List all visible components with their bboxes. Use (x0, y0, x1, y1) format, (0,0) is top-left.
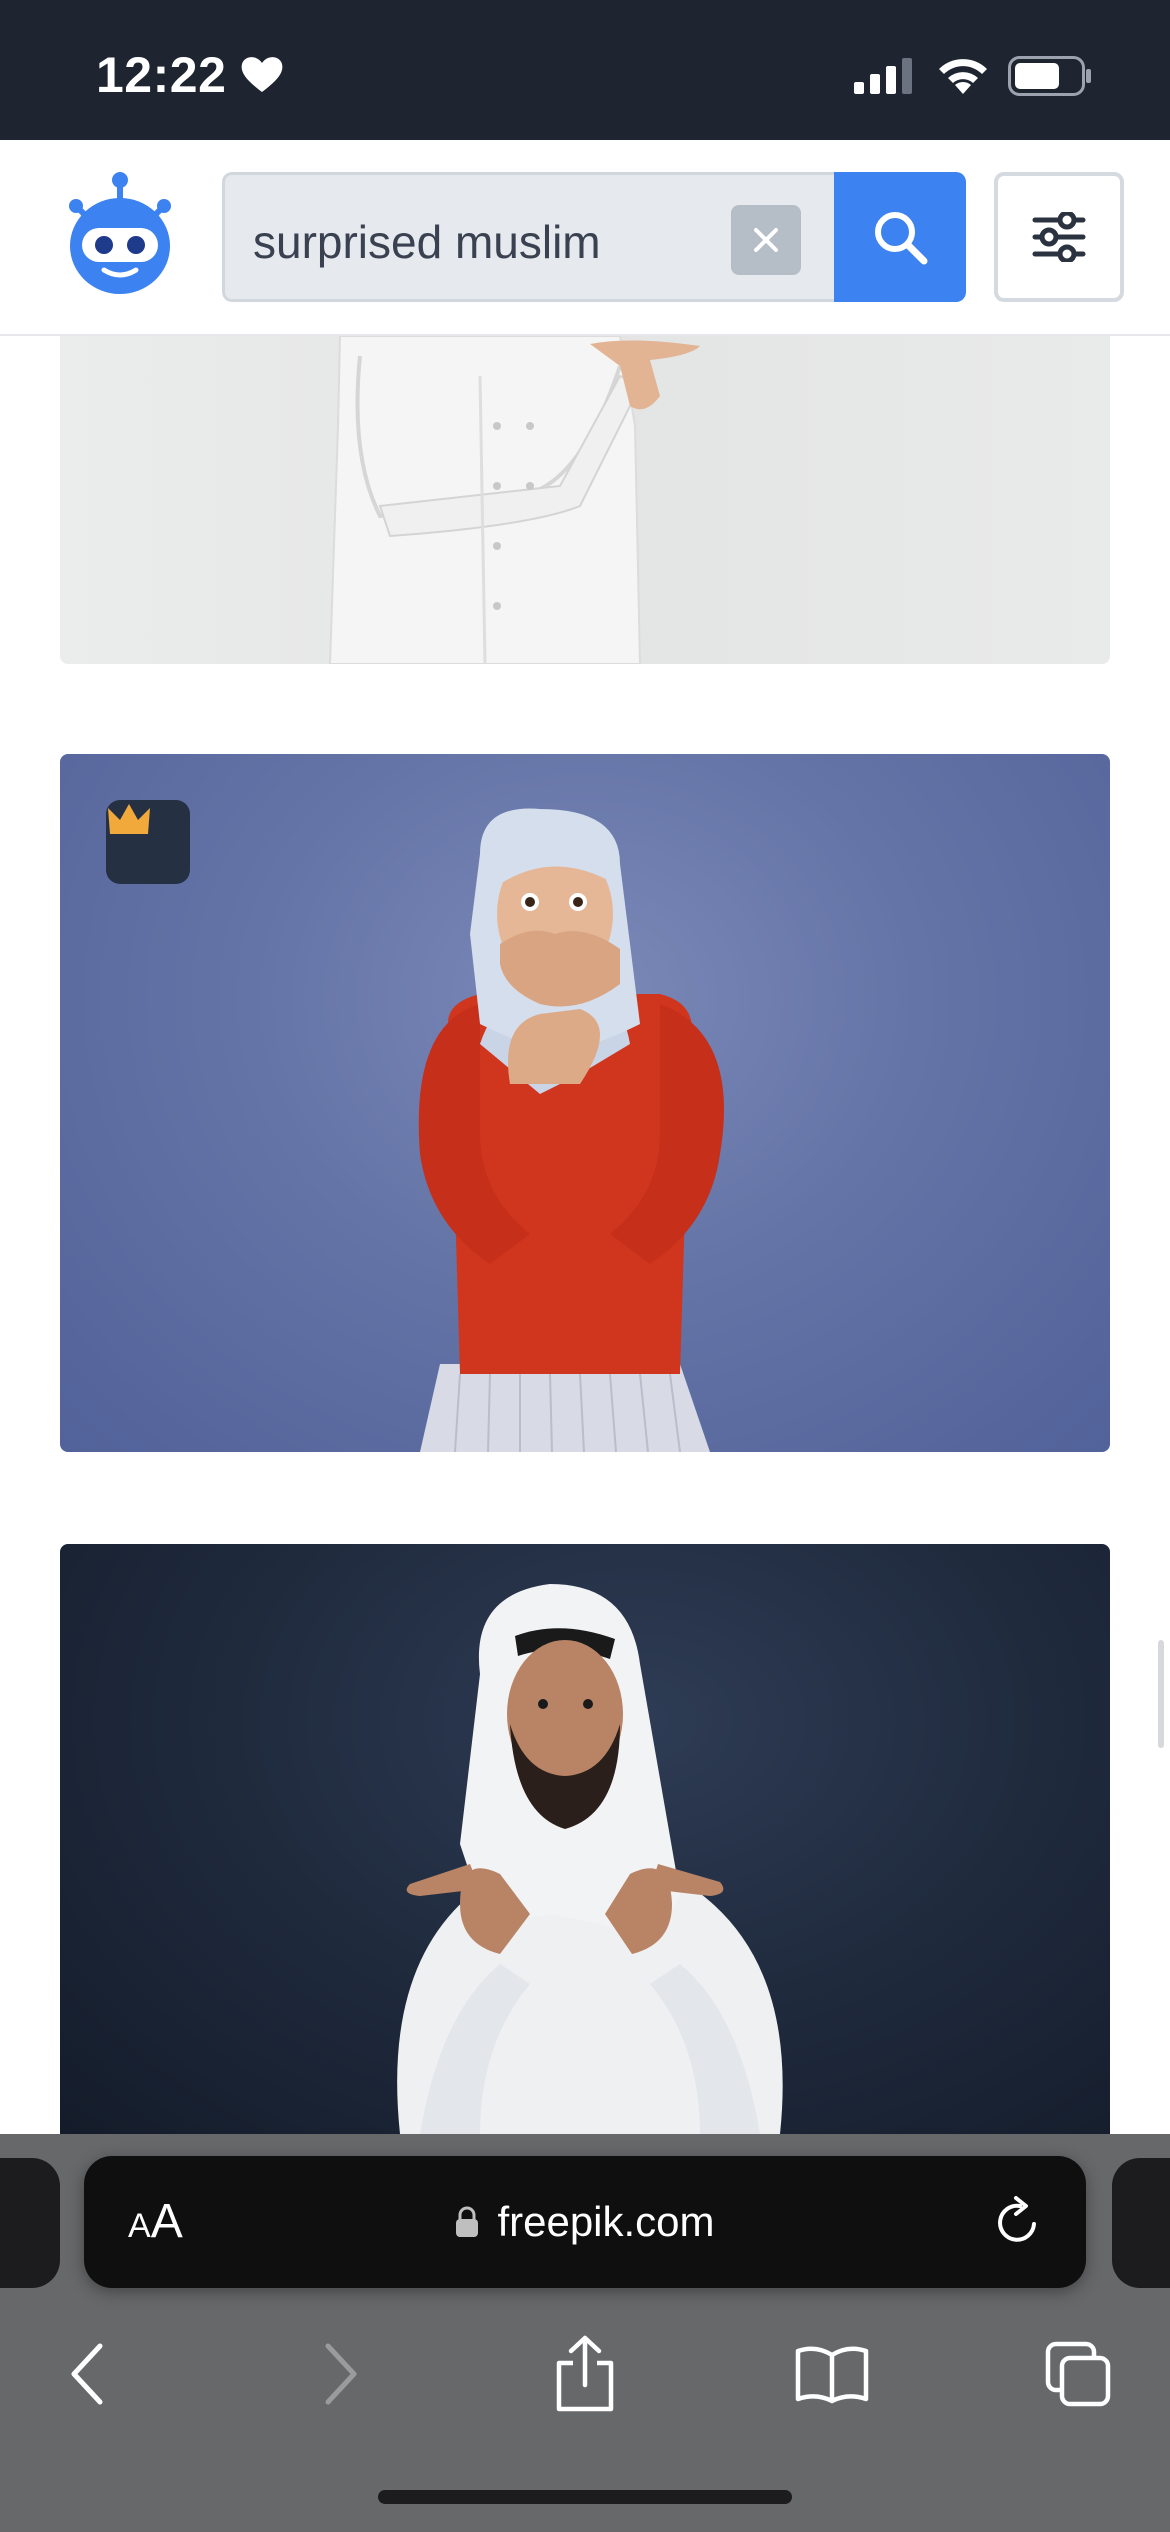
status-time: 12:22 (96, 47, 227, 103)
result-image-surprised-woman-hijab[interactable] (60, 754, 1110, 1452)
crown-icon (108, 804, 150, 834)
tabs-button[interactable] (1036, 2332, 1120, 2416)
wifi-icon (939, 59, 987, 94)
share-icon (556, 2335, 614, 2412)
back-icon (71, 2343, 103, 2405)
url-display[interactable]: freepik.com (84, 2156, 1086, 2288)
photo-illustration (418, 808, 724, 1452)
robot-logo-icon[interactable] (58, 170, 182, 300)
browser-nav-row (0, 2314, 1170, 2434)
back-button[interactable] (46, 2332, 130, 2416)
photo-illustration (397, 1584, 783, 2134)
photo-illustration (328, 336, 700, 664)
tabs-icon (1045, 2341, 1111, 2407)
search-field[interactable]: surprised muslim (222, 172, 836, 302)
search-icon (875, 212, 928, 265)
cellular-signal-icon (854, 58, 912, 94)
site-header: surprised muslim (0, 140, 1170, 336)
page-scrollbar[interactable] (1158, 1640, 1164, 1748)
sliders-icon (1032, 212, 1086, 262)
url-text: freepik.com (497, 2198, 715, 2245)
lock-icon (456, 2206, 479, 2237)
previous-tab-preview[interactable] (0, 2158, 60, 2288)
search-button[interactable] (834, 172, 966, 302)
forward-button[interactable] (298, 2332, 382, 2416)
close-icon (754, 228, 778, 252)
share-button[interactable] (543, 2332, 627, 2416)
home-indicator[interactable] (378, 2490, 792, 2504)
bookmarks-button[interactable] (790, 2332, 874, 2416)
result-image-man-white-jacket[interactable] (60, 336, 1110, 664)
next-tab-preview[interactable] (1112, 2158, 1170, 2288)
reload-icon[interactable] (990, 2194, 1046, 2250)
clear-search-button[interactable] (731, 205, 801, 275)
bookmarks-icon (795, 2346, 869, 2404)
result-image-arab-man-pointing[interactable] (60, 1544, 1110, 2134)
premium-badge (106, 800, 190, 884)
battery-icon (1008, 56, 1091, 96)
status-bar: 12:22 (0, 0, 1170, 140)
forward-icon (325, 2343, 357, 2405)
address-bar[interactable]: AA freepik.com (84, 2156, 1086, 2288)
search-input[interactable]: surprised muslim (253, 215, 601, 269)
heart-icon (241, 57, 283, 92)
filter-button[interactable] (994, 172, 1124, 302)
browser-toolbar: AA freepik.com (0, 2134, 1170, 2532)
